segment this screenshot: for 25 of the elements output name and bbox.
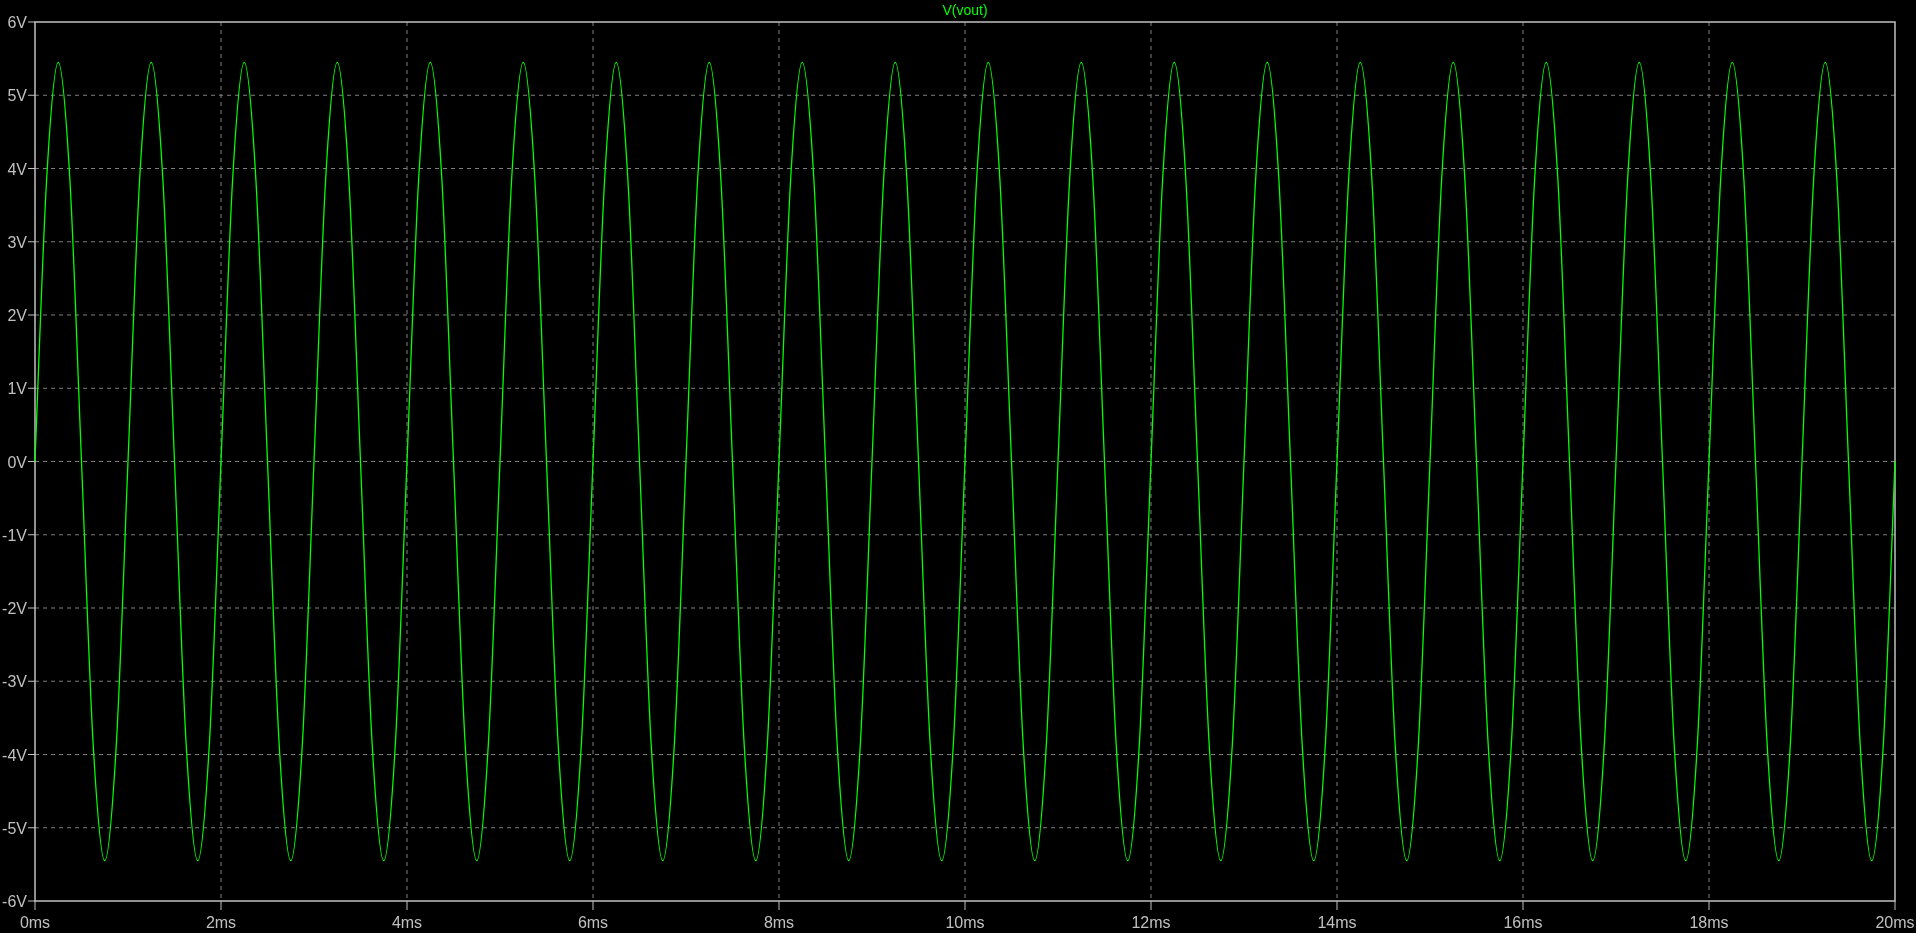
x-tick-label: 16ms [1503,914,1543,931]
x-tick-label: 20ms [1875,914,1915,931]
x-tick-label: 4ms [391,914,423,931]
y-tick-label: 3V [7,233,27,251]
y-tick-label: -5V [2,819,27,837]
x-tick-label: 0ms [19,914,51,931]
trace-name: V(vout) [942,2,988,18]
y-tick-label: 0V [7,453,27,471]
y-tick-label: -4V [2,746,27,764]
x-tick-label: 2ms [205,914,237,931]
y-tick-label: 6V [7,14,27,31]
y-tick-label: -6V [2,893,27,910]
y-tick-label: -1V [2,526,27,544]
y-tick-label: 5V [7,87,27,105]
y-tick-label: 4V [7,160,27,178]
x-tick-label: 8ms [763,914,795,931]
y-tick-label: -2V [2,600,27,617]
x-tick-label: 18ms [1689,914,1729,931]
x-tick-label: 12ms [1131,914,1171,931]
y-tick-label: -3V [2,673,27,691]
x-tick-label: 14ms [1317,914,1357,931]
y-tick-label: 1V [7,380,27,398]
x-tick-label: 6ms [577,914,609,931]
x-tick-label: 10ms [945,914,985,931]
y-tick-label: 2V [7,307,27,324]
